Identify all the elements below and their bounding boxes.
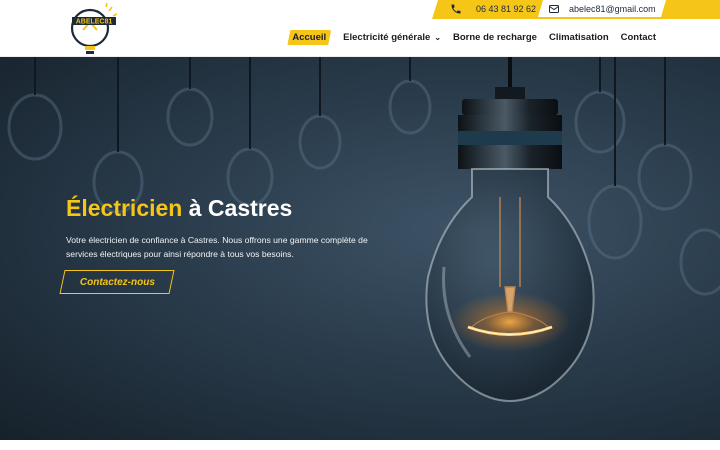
hero-title-highlight: Électricien xyxy=(66,195,183,221)
nav-item-contact[interactable]: Contact xyxy=(621,32,656,43)
chevron-down-icon: ⌄ xyxy=(434,33,442,42)
nav-item-label: Contact xyxy=(620,32,656,43)
mail-icon xyxy=(549,5,559,13)
hero-title-rest: à Castres xyxy=(182,195,293,221)
phone-icon xyxy=(451,4,461,14)
nav-item-accueil[interactable]: Accueil xyxy=(287,30,331,45)
page-bottom-strip xyxy=(0,440,720,450)
page: 06 43 81 92 62 abelec81@gmail.com ABELEC… xyxy=(0,0,720,450)
main-nav: Accueil Electricité générale ⌄ Borne de … xyxy=(275,30,656,45)
nav-item-electricite-generale[interactable]: Electricité générale ⌄ xyxy=(343,32,441,43)
contact-cta-label: Contactez-nous xyxy=(79,276,155,288)
phone-number: 06 43 81 92 62 xyxy=(476,4,537,14)
hero-title: Électricien à Castres xyxy=(66,195,292,222)
phone-link[interactable]: 06 43 81 92 62 xyxy=(450,2,536,16)
hero-description: Votre électricien de confiance à Castres… xyxy=(66,235,368,259)
nav-item-label: Accueil xyxy=(292,32,327,43)
nav-item-borne-de-recharge[interactable]: Borne de recharge xyxy=(453,32,537,43)
nav-item-label: Climatisation xyxy=(548,32,609,43)
nav-item-label: Electricité générale xyxy=(343,32,431,43)
email-address: abelec81@gmail.com xyxy=(569,4,656,14)
nav-item-climatisation[interactable]: Climatisation xyxy=(549,32,609,43)
logo[interactable]: ABELEC81 xyxy=(66,2,122,60)
contact-cta-button[interactable]: Contactez-nous xyxy=(59,270,175,294)
site-header: ABELEC81 Accueil Electricité générale ⌄ … xyxy=(0,2,720,57)
email-link[interactable]: abelec81@gmail.com xyxy=(548,2,656,16)
logo-text: ABELEC81 xyxy=(76,19,113,26)
hero-section: Électricien à Castres Votre électricien … xyxy=(0,57,720,440)
nav-item-label: Borne de recharge xyxy=(453,32,537,43)
